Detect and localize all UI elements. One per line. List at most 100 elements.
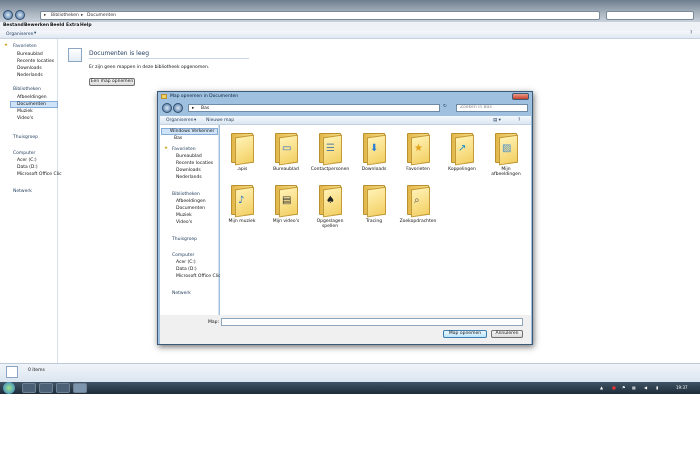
folder-item[interactable]: ★ Favorieten [398,131,438,172]
forward-button[interactable] [15,10,25,20]
refresh-icon[interactable]: ↻ [443,104,447,109]
folder-item[interactable]: ♪ Mijn muziek [222,183,262,224]
folder-item[interactable]: ↗ Koppelingen [442,131,482,172]
dialog-nav-user[interactable]: Bas [174,136,182,141]
clock[interactable]: 19:37 [676,385,688,390]
nav-item-drive-c[interactable]: Acer (C:) [17,158,37,163]
folder-name-input[interactable] [221,318,523,326]
dialog-organize-button[interactable]: Organiseren [166,118,194,123]
folder-item[interactable]: ▭ Bureaublad [266,131,306,172]
folder-icon: ⬇ [361,131,387,166]
dialog-nav-desktop[interactable]: Bureaublad [176,154,202,159]
add-folder-button[interactable]: Een map opnemen [89,78,135,86]
nav-item-drive-d[interactable]: Data (D:) [17,165,38,170]
nav-item-office-click[interactable]: Microsoft Office Clic [17,172,62,177]
dialog-nav-libraries[interactable]: Bibliotheken [172,192,200,197]
status-item-count: 0 items [28,368,45,373]
menu-tools[interactable]: Extra [66,23,79,28]
dialog-nav-homegroup[interactable]: Thuisgroep [172,237,197,242]
folder-icon: ⌕ [405,183,431,218]
breadcrumb-libraries[interactable]: Bibliotheken [51,13,79,18]
address-bar[interactable]: ▸ Bibliotheken ▸ Documenten [40,11,600,20]
menu-help[interactable]: Help [80,23,92,28]
dialog-nav-dutch[interactable]: Nederlands [176,175,202,180]
dialog-nav-music[interactable]: Muziek [176,213,192,218]
folder-label: Zoekopdrachten [399,219,437,224]
folder-item[interactable]: ☰ Contactpersonen [310,131,350,172]
nav-libraries[interactable]: Bibliotheken [13,87,41,92]
organize-button[interactable]: Organiseren [6,32,34,37]
dialog-forward-button[interactable] [173,103,183,113]
dialog-nav-videos[interactable]: Video's [176,220,192,225]
dialog-nav-documents[interactable]: Documenten [176,206,205,211]
library-empty-message: Er zijn geen mappen in deze bibliotheek … [89,65,210,70]
taskbar-explorer[interactable] [39,383,53,393]
dialog-breadcrumb-user[interactable]: Bas [201,106,209,111]
nav-item-recent[interactable]: Recente locaties [17,59,54,64]
nav-item-dutch[interactable]: Nederlands [17,73,43,78]
chevron-down-icon: ▾ [194,118,197,123]
dialog-nav-drive-d[interactable]: Data (D:) [176,267,197,272]
folder-icon: ▨ [493,131,519,166]
folder-label: Mijn muziek [228,219,256,224]
nav-favorites[interactable]: Favorieten [13,44,37,49]
nav-item-desktop[interactable]: Bureaublad [17,52,43,57]
dialog-nav-drive-c[interactable]: Acer (C:) [176,260,196,265]
folder-icon: ↗ [449,131,475,166]
nav-homegroup[interactable]: Thuisgroep [13,135,38,140]
nav-item-videos[interactable]: Video's [17,116,33,121]
folder-item[interactable]: ▨ Mijn afbeeldingen [486,131,526,177]
breadcrumb-documents[interactable]: Documenten [87,13,116,18]
new-folder-button[interactable]: Nieuwe map [206,118,234,123]
nav-computer[interactable]: Computer [13,151,35,156]
divider [89,58,249,59]
menu-file[interactable]: Bestand [3,23,24,28]
dialog-nav-favorites[interactable]: Favorieten [172,147,196,152]
nav-item-pictures[interactable]: Afbeeldingen [17,95,47,100]
taskbar-media[interactable] [56,383,70,393]
folder-field-label: Map: [208,320,220,325]
include-folder-button[interactable]: Map opnemen [443,330,487,338]
folder-item[interactable]: ⬇ Downloads [354,131,394,172]
folder-icon: ▸ [192,106,195,111]
folder-item[interactable]: ⌕ Zoekopdrachten [398,183,438,224]
help-icon[interactable]: ? [690,31,692,36]
dialog-search-input[interactable]: Zoeken in Bas [456,104,528,112]
tray-flag-icon[interactable]: ⚑ [622,385,626,390]
dialog-nav-downloads[interactable]: Downloads [176,168,201,173]
help-icon[interactable]: ? [518,118,520,123]
start-button[interactable] [3,382,15,394]
nav-item-music[interactable]: Muziek [17,109,33,114]
dialog-nav-computer[interactable]: Computer [172,253,194,258]
menu-view[interactable]: Beeld [50,23,64,28]
cancel-button[interactable]: Annuleren [491,330,523,338]
nav-item-downloads[interactable]: Downloads [17,66,42,71]
close-button[interactable] [512,93,529,100]
dialog-nav-pictures[interactable]: Afbeeldingen [176,199,206,204]
taskbar-ie[interactable] [22,383,36,393]
dialog-nav-windows: Windows Verkenner [170,129,215,134]
folder-item[interactable]: .apis [222,131,262,172]
tray-network-icon[interactable]: ▦ [632,385,636,390]
folder-item[interactable]: ♠ Opgeslagen spellen [310,183,350,229]
library-empty-title: Documenten is leeg [89,50,150,57]
tray-volume-icon[interactable]: ◀ [644,385,647,390]
view-options-icon[interactable]: ▤ ▾ [493,118,501,123]
menu-edit[interactable]: Bewerken [24,23,49,28]
tray-power-icon[interactable]: ▮ [656,385,658,390]
dialog-nav-recent[interactable]: Recente locaties [176,161,213,166]
tray-up-icon[interactable]: ▲ [600,385,603,390]
tray-antivirus-icon[interactable]: ■ [612,385,616,390]
folder-item[interactable]: ▤ Mijn video's [266,183,306,224]
dialog-nav-office-click[interactable]: Microsoft Office Clic [176,274,221,279]
taskbar-active-window[interactable] [73,383,87,393]
folder-label: Favorieten [406,167,430,172]
back-button[interactable] [3,10,13,20]
dialog-back-button[interactable] [162,103,172,113]
search-input[interactable] [606,11,694,20]
nav-item-documents: Documenten [17,102,46,107]
folder-item[interactable]: Tracing [354,183,394,224]
nav-network[interactable]: Netwerk [13,189,32,194]
dialog-address-bar[interactable]: ▸ Bas [188,104,440,112]
dialog-nav-network[interactable]: Netwerk [172,291,191,296]
